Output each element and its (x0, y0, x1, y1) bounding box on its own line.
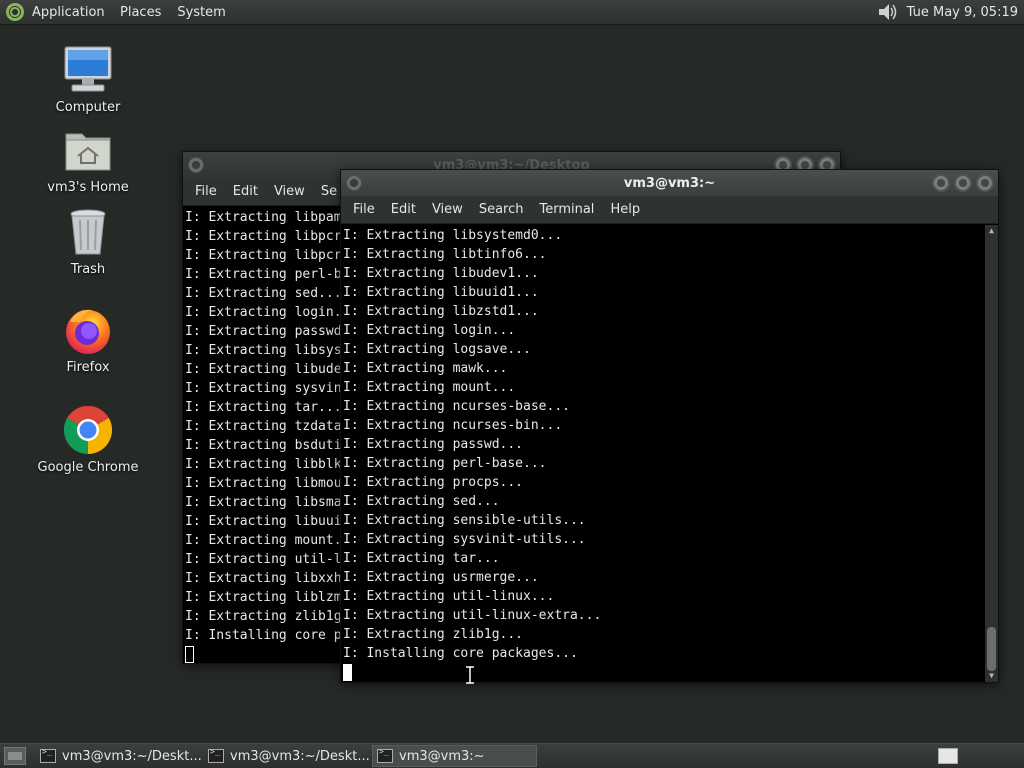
text-cursor-icon (466, 666, 474, 684)
menu-search[interactable]: Search (471, 202, 532, 217)
top-panel: Applications Places System Tue May 9, 05… (0, 0, 1024, 25)
terminal-line: I: Extracting tar... (343, 551, 500, 566)
taskbar-task-label: vm3@vm3:~/Deskt... (230, 748, 369, 764)
terminal-icon (377, 747, 393, 763)
window-menu-icon[interactable] (188, 157, 204, 173)
computer-icon (64, 46, 112, 92)
menu-view[interactable]: View (266, 184, 313, 199)
close-icon[interactable] (976, 174, 994, 192)
menu-terminal[interactable]: Terminal (531, 202, 602, 217)
mate-logo-icon (6, 3, 24, 21)
trash-icon (70, 209, 106, 255)
places-menu[interactable]: Places (112, 0, 169, 25)
applications-menu-label: Applications (32, 4, 104, 20)
menu-view[interactable]: View (424, 202, 471, 217)
terminal-output[interactable]: I: Extracting libsystemd0... I: Extracti… (341, 225, 998, 682)
terminal-scrollbar[interactable]: ▲ ▼ (985, 225, 998, 682)
window-title: vm3@vm3:~ (623, 175, 716, 191)
desktop-icon-label: vm3's Home (47, 180, 129, 195)
terminal-line: I: Extracting mawk... (343, 361, 508, 376)
terminal-icon (40, 747, 56, 763)
desktop-icon-label: Google Chrome (37, 460, 139, 475)
taskbar-task-home[interactable]: vm3@vm3:~ (372, 745, 537, 767)
window-menu-icon[interactable] (346, 175, 362, 191)
desktop-icon-label: Trash (70, 262, 106, 277)
desktop-icon-trash[interactable]: Trash (28, 206, 148, 277)
desktop-icon-chrome[interactable]: Google Chrome (28, 404, 148, 475)
menu-help[interactable]: Help (602, 202, 648, 217)
terminal-line: I: Extracting util-linux... (343, 589, 555, 604)
terminal-line: I: Extracting usrmerge... (343, 570, 539, 585)
terminal-line: I: Extracting libudev1... (343, 266, 539, 281)
terminal-icon (208, 747, 224, 763)
desktop-icon-label: Computer (55, 100, 121, 115)
terminal-line: I: Extracting mount... (343, 380, 516, 395)
terminal-line: I: Extracting sensible-utils... (343, 513, 586, 528)
terminal-line: I: Extracting perl-base... (343, 456, 547, 471)
menu-file[interactable]: File (345, 202, 383, 217)
taskbar-task-label: vm3@vm3:~ (399, 748, 485, 764)
workspace-switcher[interactable] (938, 748, 958, 764)
terminal-window-home[interactable]: vm3@vm3:~ File Edit View Search Terminal… (340, 169, 999, 683)
clock[interactable]: Tue May 9, 05:19 (907, 5, 1024, 20)
firefox-icon (66, 309, 110, 354)
terminal-cursor (343, 664, 352, 681)
terminal-line: I: Extracting passwd... (343, 437, 524, 452)
taskbar-task-desktop-2[interactable]: vm3@vm3:~/Deskt... (204, 745, 369, 767)
taskbar-task-desktop-1[interactable]: vm3@vm3:~/Deskt... (36, 745, 201, 767)
terminal-cursor (185, 646, 194, 663)
chrome-icon (63, 405, 113, 454)
taskbar-task-label: vm3@vm3:~/Deskt... (62, 748, 201, 764)
menu-file[interactable]: File (187, 184, 225, 199)
desktop-icon-computer[interactable]: Computer (28, 44, 148, 115)
terminal-line: I: Installing core packages... (343, 646, 578, 661)
show-desktop-icon[interactable] (4, 747, 26, 765)
scroll-down-icon[interactable]: ▼ (985, 670, 998, 682)
window-titlebar[interactable]: vm3@vm3:~ (341, 170, 998, 196)
home-folder-icon (65, 133, 111, 171)
terminal-line: I: Extracting libtinfo6... (343, 247, 547, 262)
terminal-line: I: Extracting sed... (343, 494, 500, 509)
desktop-icon-home[interactable]: vm3's Home (28, 124, 148, 195)
terminal-line: I: Extracting login... (343, 323, 516, 338)
terminal-menubar: File Edit View Search Terminal Help (341, 196, 998, 224)
maximize-icon[interactable] (954, 174, 972, 192)
terminal-line: I: Extracting sysvinit-utils... (343, 532, 586, 547)
menu-edit[interactable]: Edit (383, 202, 424, 217)
terminal-prompt-line (341, 663, 984, 682)
terminal-line: I: Extracting libuuid1... (343, 285, 539, 300)
applications-menu[interactable]: Applications (0, 0, 112, 25)
terminal-line: I: Extracting procps... (343, 475, 524, 490)
terminal-line: I: Extracting libzstd1... (343, 304, 539, 319)
bottom-panel: vm3@vm3:~/Deskt... vm3@vm3:~/Deskt... vm… (0, 743, 1024, 768)
scroll-up-icon[interactable]: ▲ (985, 225, 998, 237)
desktop-icon-firefox[interactable]: Firefox (28, 304, 148, 375)
desktop-icon-label: Firefox (66, 360, 110, 375)
terminal-line: I: Extracting util-linux-extra... (343, 608, 602, 623)
terminal-line: I: Extracting libsystemd0... (343, 228, 563, 243)
menu-edit[interactable]: Edit (225, 184, 266, 199)
terminal-line: I: Extracting ncurses-bin... (343, 418, 563, 433)
terminal-line: I: Extracting logsave... (343, 342, 531, 357)
system-menu[interactable]: System (169, 0, 233, 25)
terminal-line: I: Extracting ncurses-base... (343, 399, 570, 414)
speaker-icon[interactable] (877, 2, 899, 22)
minimize-icon[interactable] (932, 174, 950, 192)
terminal-line: I: Extracting zlib1g... (343, 627, 524, 642)
scrollbar-thumb[interactable] (987, 627, 996, 671)
